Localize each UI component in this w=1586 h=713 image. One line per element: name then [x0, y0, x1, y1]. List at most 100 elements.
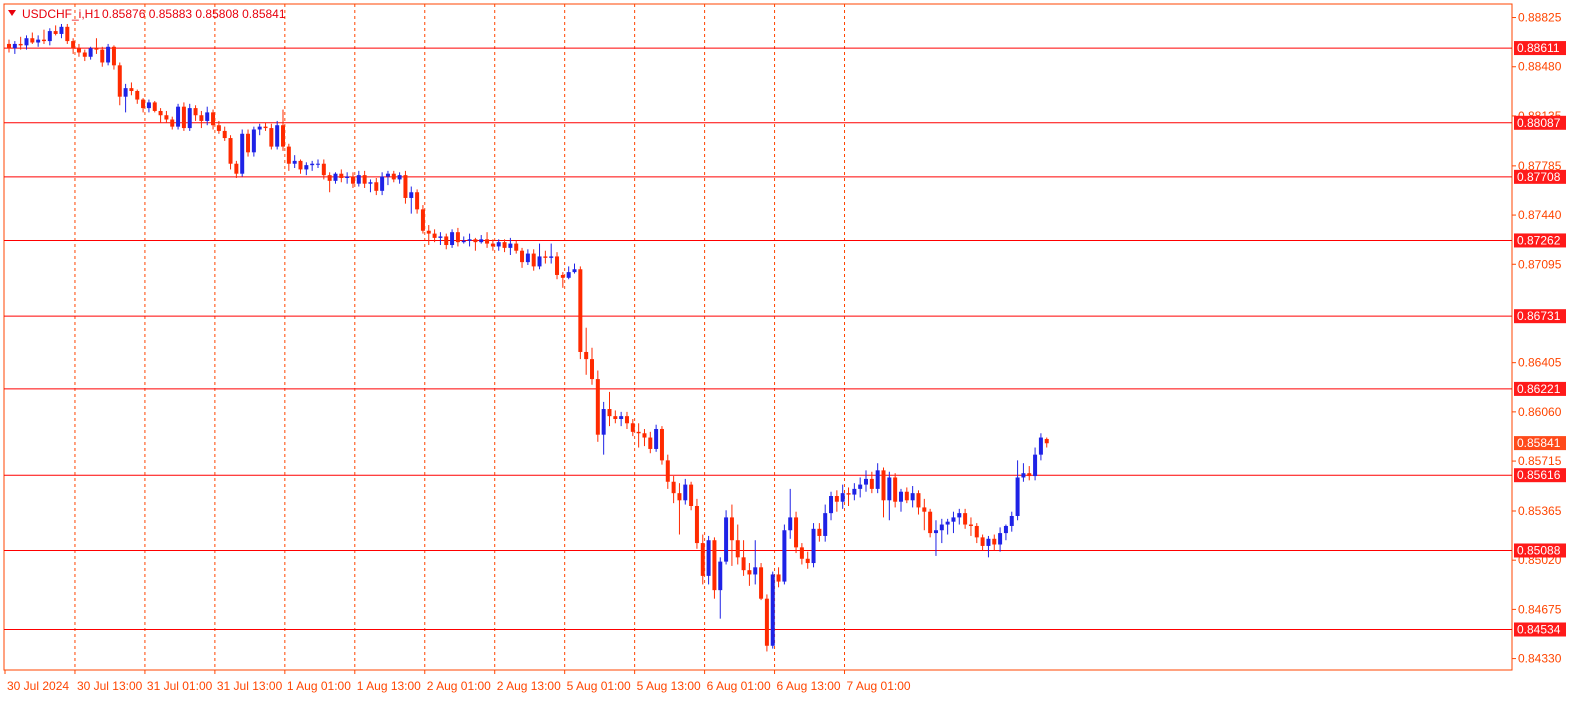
candle-body — [776, 574, 781, 582]
candle-body — [205, 112, 210, 121]
chart-header: USDCHF_i,H1 0.85876 0.85883 0.85808 0.85… — [8, 7, 286, 21]
candle-body — [65, 26, 70, 42]
candle-body — [71, 41, 76, 49]
candle-body — [922, 507, 927, 512]
price-level-value: 0.84534 — [1517, 622, 1561, 636]
candle-body — [479, 239, 484, 243]
candle-body — [327, 175, 332, 181]
candle-body — [706, 540, 711, 576]
candle-body — [560, 274, 565, 278]
candle-body — [683, 484, 688, 501]
chart-window[interactable]: 0.888250.884800.881350.877850.874400.870… — [0, 0, 1586, 708]
price-tick-label: 0.86405 — [1518, 356, 1562, 370]
price-tick-label: 0.84330 — [1518, 652, 1562, 666]
candle-body — [770, 574, 775, 646]
candle-body — [94, 48, 99, 50]
candle-body — [508, 243, 513, 248]
candle-body — [490, 243, 495, 247]
candle-body — [473, 239, 478, 243]
candle-body — [82, 52, 87, 57]
price-tick-label: 0.87095 — [1518, 257, 1562, 271]
candle-body — [228, 138, 233, 164]
candle-body — [461, 240, 466, 243]
time-tick-label: 30 Jul 2024 — [7, 679, 69, 693]
candle-body — [648, 437, 653, 449]
candle-body — [234, 163, 239, 174]
candle-body — [619, 416, 624, 420]
candle-body — [1027, 473, 1032, 477]
candle-body — [111, 46, 116, 66]
candle-body — [846, 493, 851, 495]
price-level-value: 0.86221 — [1517, 382, 1561, 396]
candle-body — [368, 182, 373, 184]
candle-body — [310, 163, 315, 166]
candle-body — [450, 232, 455, 246]
candle-body — [566, 272, 571, 278]
candle-body — [829, 496, 834, 514]
candle-body — [374, 182, 379, 191]
price-tick-label: 0.88480 — [1518, 60, 1562, 74]
candle-body — [176, 106, 181, 127]
candle-body — [257, 126, 262, 130]
candlestick-chart[interactable]: 0.888250.884800.881350.877850.874400.870… — [0, 0, 1586, 708]
candle-body — [933, 530, 938, 534]
candle-body — [106, 46, 111, 63]
candle-body — [805, 558, 810, 564]
candle-body — [222, 130, 227, 139]
candle-body — [665, 460, 670, 482]
candle-body — [980, 537, 985, 546]
candle-body — [881, 470, 886, 501]
candle-body — [362, 175, 367, 184]
candle-body — [607, 409, 612, 417]
candle-body — [572, 269, 577, 273]
candle-body — [496, 242, 501, 247]
candle-body — [986, 538, 991, 546]
candle-body — [729, 517, 734, 541]
candle-body — [12, 43, 17, 49]
candle-body — [216, 125, 221, 131]
candle-body — [59, 26, 64, 34]
candle-body — [811, 528, 816, 564]
candle-body — [41, 39, 46, 42]
candle-body — [18, 43, 23, 46]
time-tick-label: 7 Aug 01:00 — [847, 679, 911, 693]
candle-body — [485, 239, 490, 244]
candle-body — [246, 133, 251, 153]
candle-body — [251, 129, 256, 153]
candle-body — [834, 496, 839, 502]
candle-body — [1003, 525, 1008, 534]
candle-body — [181, 106, 186, 129]
candle-body — [642, 433, 647, 438]
symbol-label: USDCHF_i,H1 — [22, 7, 100, 21]
candle-body — [30, 38, 35, 43]
candle-body — [747, 570, 752, 575]
price-level-value: 0.87708 — [1517, 170, 1561, 184]
candle-body — [893, 477, 898, 502]
candle-body — [292, 160, 297, 164]
candle-body — [1033, 454, 1038, 477]
candle-body — [432, 233, 437, 238]
time-tick-label: 2 Aug 13:00 — [497, 679, 561, 693]
candle-body — [951, 517, 956, 522]
candle-body — [764, 598, 769, 646]
price-tick-label: 0.88825 — [1518, 11, 1562, 25]
candle-body — [100, 49, 105, 63]
candle-body — [380, 176, 385, 191]
candle-body — [1038, 437, 1043, 455]
candle-body — [898, 491, 903, 502]
time-tick-label: 30 Jul 13:00 — [77, 679, 143, 693]
candle-body — [595, 379, 600, 435]
candle-body — [875, 470, 880, 489]
candle-body — [123, 88, 128, 97]
candle-body — [689, 484, 694, 506]
candle-body — [671, 481, 676, 494]
candle-body — [298, 160, 303, 170]
candle-body — [7, 43, 11, 49]
candle-body — [275, 125, 280, 147]
candle-body — [741, 557, 746, 571]
price-level-value: 0.86731 — [1517, 309, 1561, 323]
candle-body — [782, 530, 787, 582]
candle-body — [624, 416, 629, 424]
candle-body — [420, 209, 425, 231]
price-tick-label: 0.84675 — [1518, 602, 1562, 616]
